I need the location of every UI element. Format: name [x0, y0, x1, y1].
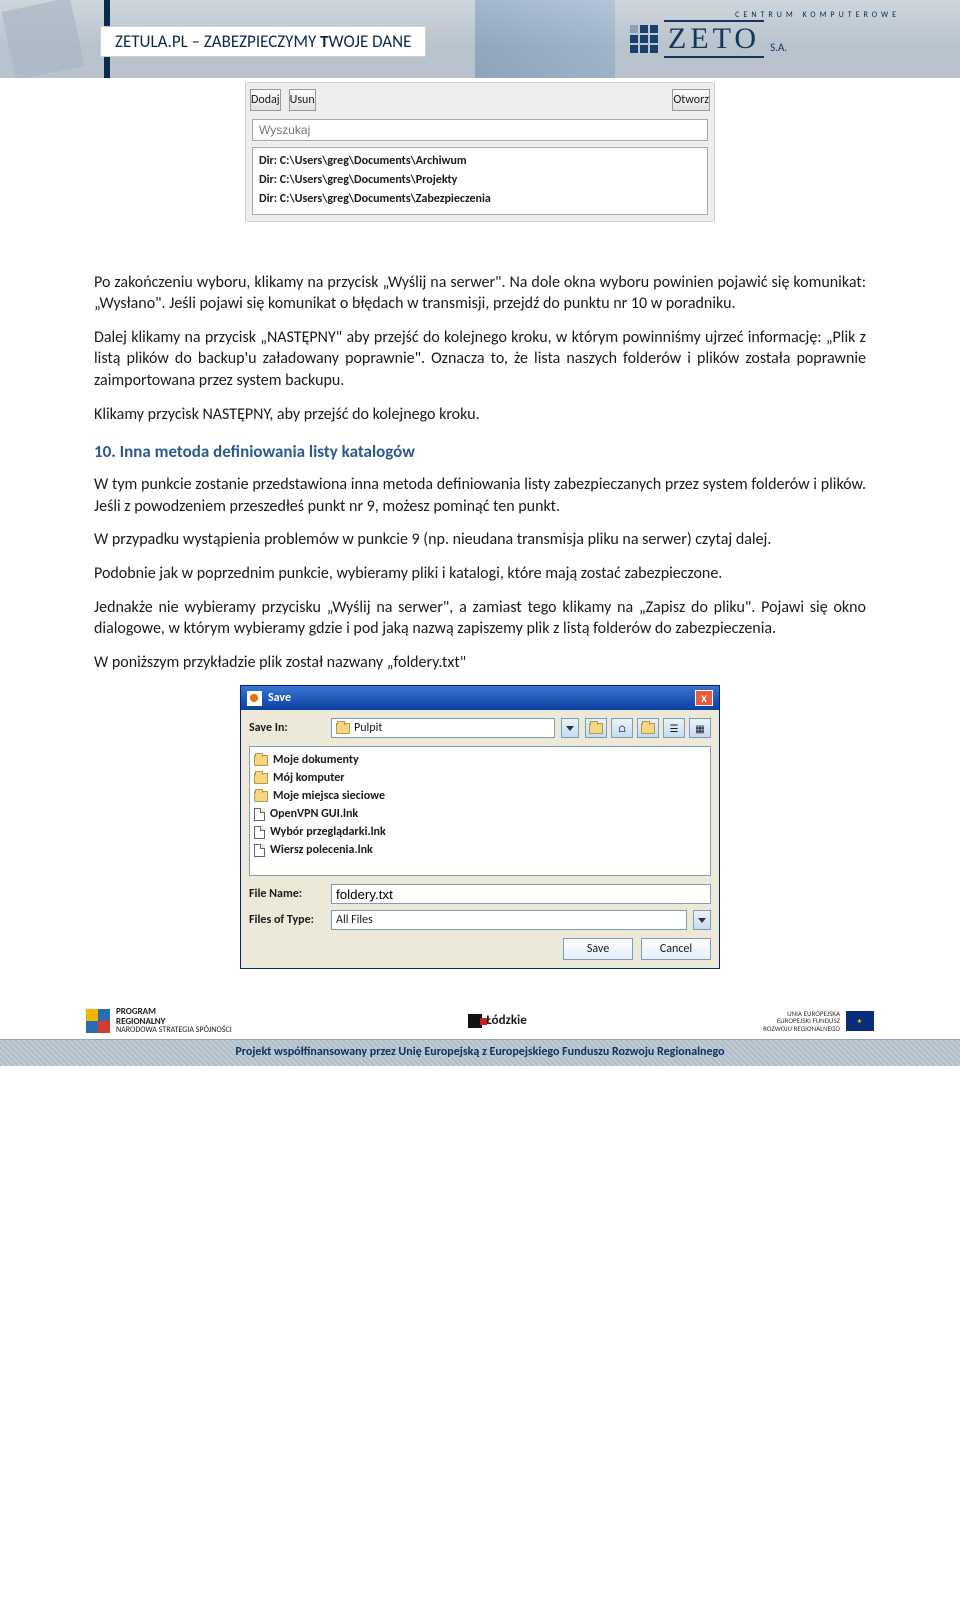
app-toolbar: Dodaj Usun Otworz: [246, 83, 714, 117]
zeto-tagline: CENTRUM KOMPUTEROWE: [630, 10, 900, 20]
dropdown-button[interactable]: [693, 910, 711, 930]
paragraph: Po zakończeniu wyboru, klikamy na przyci…: [94, 272, 866, 315]
eu-flag-icon: [846, 1011, 874, 1031]
delete-button[interactable]: Usun: [289, 89, 316, 111]
home-button[interactable]: ⌂: [611, 718, 633, 738]
folder-icon: [336, 723, 350, 734]
banner-title-bold: T: [320, 31, 328, 52]
dialog-title: Save: [268, 691, 291, 705]
up-folder-button[interactable]: [585, 718, 607, 738]
paragraph: W poniższym przykładzie plik został nazw…: [94, 652, 866, 674]
app-panel: Dodaj Usun Otworz Dir: C:\Users\greg\Doc…: [245, 82, 715, 222]
paragraph: Klikamy przycisk NASTĘPNY, aby przejść d…: [94, 404, 866, 426]
save-dialog: Save X Save In: Pulpit ⌂ ☰: [240, 685, 720, 969]
footer-bar: Projekt współfinansowany przez Unię Euro…: [0, 1039, 960, 1066]
file-icon: [254, 844, 265, 857]
list-item[interactable]: Moje miejsca sieciowe: [254, 787, 706, 805]
list-item[interactable]: OpenVPN GUI.lnk: [254, 805, 706, 823]
close-button[interactable]: X: [695, 690, 713, 706]
banner-title: ZETULA.PL – ZABEZPIECZYMY TWOJE DANE: [100, 26, 426, 57]
program-logo: PROGRAM REGIONALNY NARODOWA STRATEGIA SP…: [86, 1007, 232, 1034]
cancel-button[interactable]: Cancel: [641, 938, 711, 960]
savein-combo[interactable]: Pulpit: [331, 718, 555, 738]
open-button[interactable]: Otworz: [672, 89, 710, 111]
list-item[interactable]: Wiersz polecenia.lnk: [254, 841, 706, 859]
document-content: Po zakończeniu wyboru, klikamy na przyci…: [0, 242, 960, 970]
page-banner: ZETULA.PL – ZABEZPIECZYMY TWOJE DANE CEN…: [0, 0, 960, 78]
savein-label: Save In:: [249, 721, 325, 735]
program-flag-icon: [86, 1009, 110, 1033]
file-icon: [254, 826, 265, 839]
zeto-wordmark: ZETO: [664, 20, 764, 58]
filename-label: File Name:: [249, 887, 325, 901]
eu-logo: UNIA EUROPEJSKA EUROPEJSKI FUNDUSZ ROZWO…: [763, 1010, 874, 1032]
list-item[interactable]: Wybór przeglądarki.lnk: [254, 823, 706, 841]
dropdown-button[interactable]: [561, 718, 579, 738]
banner-title-text: ZETULA.PL – ZABEZPIECZYMY: [115, 31, 320, 52]
save-button[interactable]: Save: [563, 938, 633, 960]
banner-title-suffix: WOJE DANE: [329, 31, 412, 52]
folder-icon: [254, 755, 268, 766]
new-folder-icon: [641, 723, 655, 734]
directory-row[interactable]: Dir: C:\Users\greg\Documents\Zabezpiecze…: [259, 190, 701, 209]
paragraph: W przypadku wystąpienia problemów w punk…: [94, 529, 866, 551]
list-view-button[interactable]: ☰: [663, 718, 685, 738]
paragraph: Podobnie jak w poprzednim punkcie, wybie…: [94, 563, 866, 585]
list-item[interactable]: Mój komputer: [254, 769, 706, 787]
zeto-logo: CENTRUM KOMPUTEROWE ZETO S.A.: [630, 10, 900, 58]
dialog-toolbar: ⌂ ☰ ▦: [585, 718, 711, 738]
directory-list[interactable]: Dir: C:\Users\greg\Documents\Archiwum Di…: [252, 147, 708, 215]
folder-icon: [254, 791, 268, 802]
java-icon: [247, 691, 262, 706]
paragraph: Jednakże nie wybieramy przycisku „Wyślij…: [94, 597, 866, 640]
list-item[interactable]: Moje dokumenty: [254, 751, 706, 769]
detail-view-button[interactable]: ▦: [689, 718, 711, 738]
region-logo: Łódzkie: [468, 1013, 527, 1028]
paragraph: Dalej klikamy na przycisk „NASTĘPNY" aby…: [94, 327, 866, 392]
banner-decoration: [0, 0, 110, 78]
folder-up-icon: [589, 723, 603, 734]
banner-decoration: [475, 0, 615, 78]
program-label3: NARODOWA STRATEGIA SPÓJNOŚCI: [116, 1025, 232, 1035]
file-icon: [254, 808, 265, 821]
region-icon: [468, 1014, 482, 1028]
dialog-titlebar[interactable]: Save X: [241, 686, 719, 710]
zeto-sa: S.A.: [770, 41, 787, 58]
region-label: Łódzkie: [486, 1013, 527, 1028]
paragraph: W tym punkcie zostanie przedstawiona inn…: [94, 474, 866, 517]
page-footer: PROGRAM REGIONALNY NARODOWA STRATEGIA SP…: [0, 1007, 960, 1065]
filetype-label: Files of Type:: [249, 913, 325, 927]
new-folder-button[interactable]: [637, 718, 659, 738]
search-input[interactable]: [252, 119, 708, 141]
eu-label3: ROZWOJU REGIONALNEGO: [763, 1025, 840, 1032]
filename-input[interactable]: [331, 884, 711, 904]
section-heading: 10. Inna metoda definiowania listy katal…: [94, 441, 866, 462]
file-list[interactable]: Moje dokumenty Mój komputer Moje miejsca…: [249, 746, 711, 876]
folder-icon: [254, 773, 268, 784]
add-button[interactable]: Dodaj: [250, 89, 281, 111]
filetype-value: All Files: [336, 913, 373, 927]
savein-value: Pulpit: [354, 721, 382, 735]
directory-row[interactable]: Dir: C:\Users\greg\Documents\Projekty: [259, 171, 701, 190]
directory-row[interactable]: Dir: C:\Users\greg\Documents\Archiwum: [259, 152, 701, 171]
filetype-combo[interactable]: All Files: [331, 910, 687, 930]
zeto-grid-icon: [630, 25, 658, 53]
